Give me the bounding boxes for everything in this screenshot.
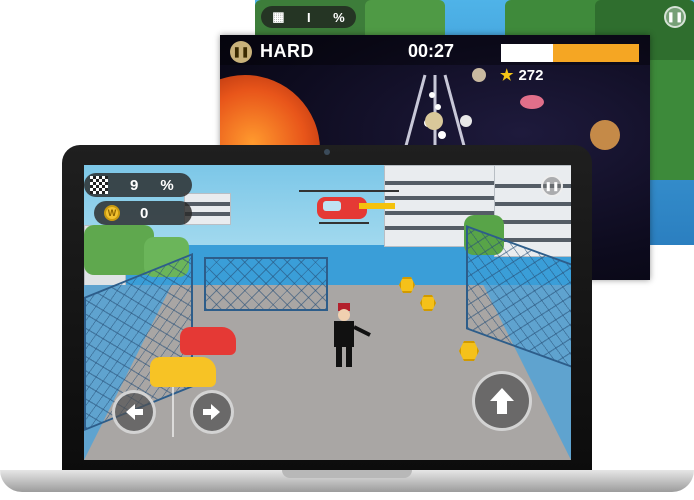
planet [425,112,443,130]
tree-foliage [365,0,445,40]
planet [472,68,486,82]
progress-fill [553,44,639,62]
control-divider [172,387,174,437]
fence-back [204,257,328,311]
progress-bar [501,44,639,62]
count-a: 9 [130,176,139,194]
star-icon: ★ [500,67,514,84]
laptop-notch [282,470,412,478]
checkered-flag-icon [90,176,108,194]
up-arrow-icon[interactable] [472,371,532,431]
right-arrow-icon[interactable] [190,390,234,434]
laptop-base [0,470,694,492]
main-gameplay-screen: 9 % W 0 ❚❚ [84,165,571,460]
ringed-planet [520,95,544,109]
planet [590,120,620,150]
pause-icon[interactable]: ❚❚ [664,6,686,28]
count-b: % [160,176,174,194]
count-b: % [333,9,345,25]
checkered-flag-icon: ▦ [272,9,285,24]
count-a: I [307,9,311,25]
left-arrow-icon[interactable] [112,390,156,434]
score: ★ 272 [500,66,544,85]
difficulty-label: HARD [260,41,314,61]
tree-foliage [645,60,694,180]
hud-coin-bar: W 0 [94,201,192,225]
player-character [334,303,371,367]
camera-icon [324,149,330,155]
pause-icon[interactable]: ❚❚ [230,41,252,63]
planet [460,115,472,127]
count-c: 0 [140,204,149,222]
hud-bar: ▦ I % [261,6,356,28]
yellow-scooter [150,357,216,387]
score-value: 272 [518,66,544,84]
red-scooter [180,327,236,355]
timer: 00:27 [408,41,455,61]
coin-icon: W [104,205,120,221]
helicopter [299,190,399,224]
pause-icon[interactable]: ❚❚ [541,175,563,197]
hud-counter-bar: 9 % [84,173,192,197]
